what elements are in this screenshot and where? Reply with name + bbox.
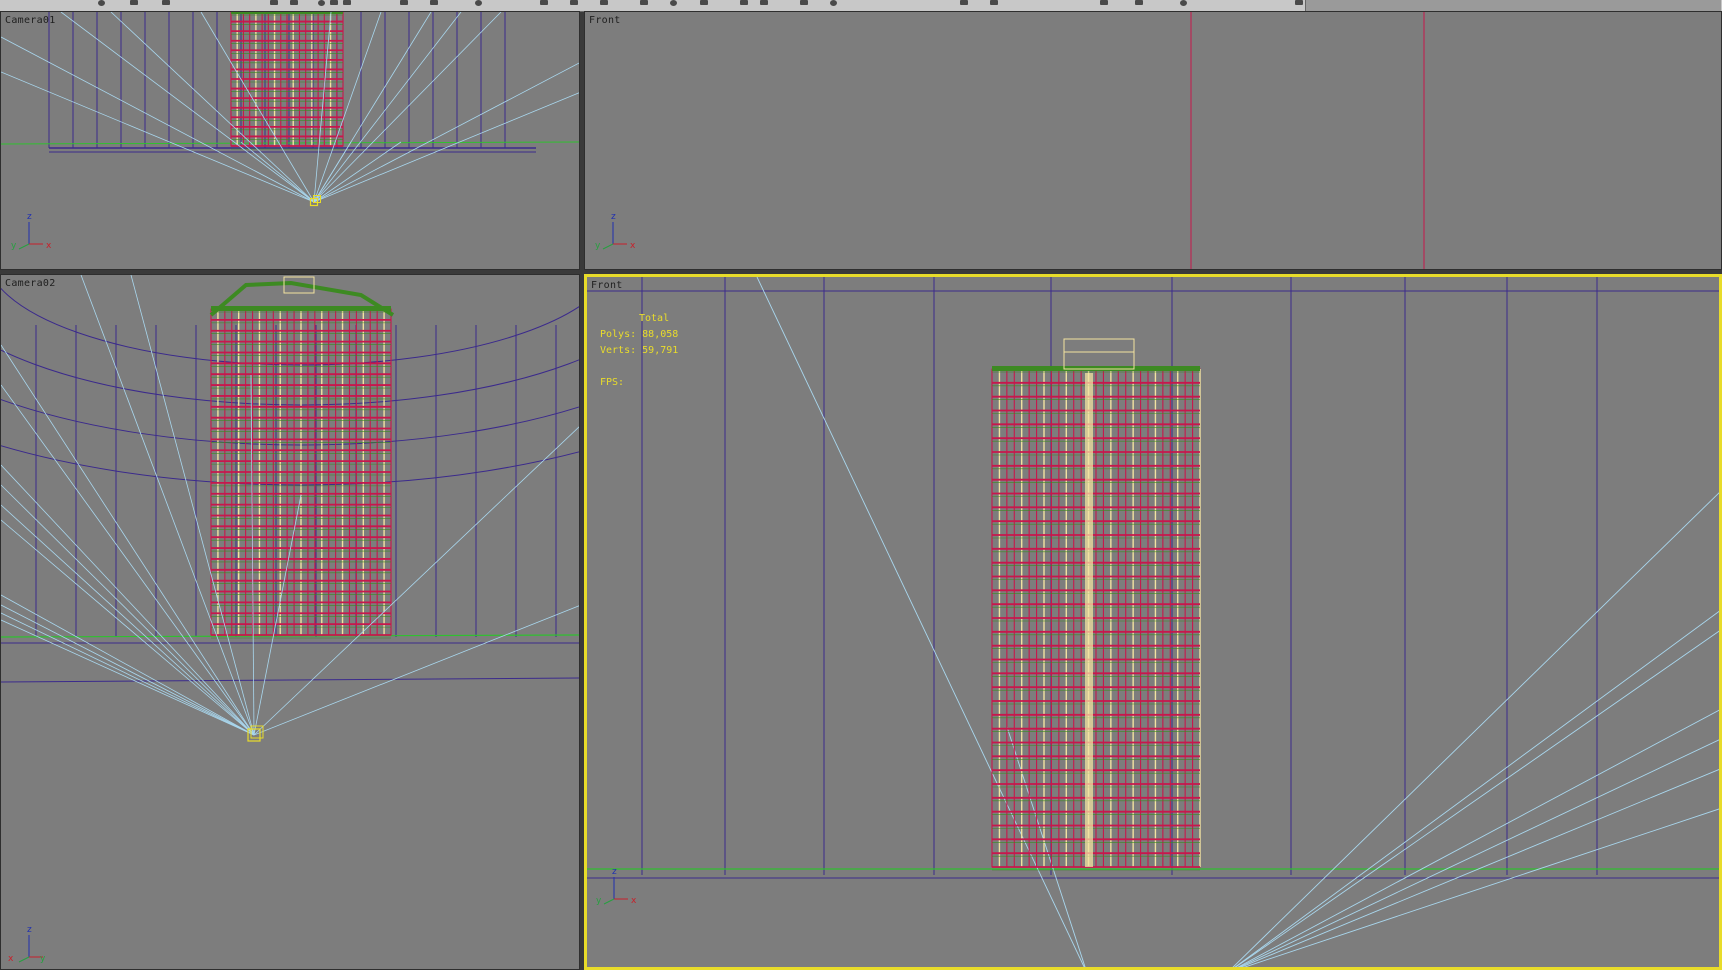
axis-gizmo: z y x: [596, 867, 637, 906]
camera-ray: [1, 612, 255, 736]
stats-total-label: Total: [639, 313, 670, 324]
axis-y-label: y: [596, 896, 602, 906]
toolbar-icon[interactable]: [760, 0, 768, 5]
toolbar-icon[interactable]: [700, 0, 708, 5]
camera-ray: [1237, 709, 1719, 967]
toolbar-icon[interactable]: [990, 0, 998, 5]
viewport-camera01[interactable]: z y x Camera01: [0, 11, 580, 270]
camera-ray: [1243, 808, 1719, 967]
toolbar-icon[interactable]: [830, 0, 837, 6]
axis-y-label: y: [595, 241, 601, 251]
axis-x-label: x: [630, 241, 636, 251]
toolbar-icon[interactable]: [290, 0, 298, 5]
toolbar-icon[interactable]: [800, 0, 808, 5]
axis-y-line: [602, 243, 614, 250]
camera-ray: [1, 36, 315, 203]
axis-y-label: y: [40, 954, 46, 964]
toolbar-icon[interactable]: [330, 0, 338, 5]
toolbar-icon[interactable]: [960, 0, 968, 5]
ground-line: [1, 141, 579, 145]
toolbar-icon[interactable]: [640, 0, 648, 5]
camera-ray: [756, 277, 1085, 967]
toolbar-icon[interactable]: [400, 0, 408, 5]
toolbar-icon[interactable]: [570, 0, 578, 5]
axis-y-line: [18, 956, 30, 963]
building-wireframe: [230, 12, 344, 150]
toolbar-icon[interactable]: [130, 0, 138, 5]
stats-polys-label: Polys:: [600, 329, 637, 340]
viewport-front-active[interactable]: z y x Front Total Polys: 88,058 Verts: 59,…: [584, 274, 1722, 970]
viewport-camera02[interactable]: z x y Camera02: [0, 274, 580, 970]
toolbar-icon[interactable]: [740, 0, 748, 5]
camera-ray: [1006, 726, 1086, 967]
camera-ray: [1, 384, 255, 736]
toolbar-icon[interactable]: [475, 0, 482, 6]
camera-ray: [1232, 492, 1719, 967]
axis-z-label: z: [612, 867, 617, 877]
toolbar-icon[interactable]: [1100, 0, 1108, 5]
toolbar-icon[interactable]: [318, 0, 325, 6]
building-roof: [211, 306, 391, 311]
axis-z-label: z: [27, 212, 32, 222]
camera-ray: [313, 141, 352, 203]
building-core: [1085, 373, 1093, 867]
toolbar-icon[interactable]: [343, 0, 351, 5]
stats-polys-value: 88,058: [642, 329, 679, 340]
camera-ray: [313, 92, 579, 203]
building-wireframe: [210, 306, 392, 639]
dome-ring: [1, 399, 579, 446]
stats-fps-label: FPS:: [600, 377, 625, 388]
camera02-scene: z x y: [1, 275, 579, 964]
viewport-front-top[interactable]: z y x Front: [584, 11, 1722, 270]
axis-gizmo: z x y: [8, 925, 46, 964]
scene-statistics: Total Polys: 88,058 Verts: 59,791 FPS:: [600, 311, 678, 391]
axis-y-label: y: [11, 241, 17, 251]
axis-y-line: [18, 243, 30, 250]
axis-y-line: [603, 898, 615, 905]
camera-ray: [1234, 610, 1719, 967]
toolbar-icon[interactable]: [1295, 0, 1303, 5]
viewport-label[interactable]: Front: [589, 15, 621, 26]
camera-ray: [313, 141, 402, 203]
camera-ray: [1, 619, 255, 736]
toolbar-icon[interactable]: [670, 0, 677, 6]
axis-z-label: z: [611, 212, 616, 222]
building-roof: [231, 12, 343, 14]
viewport-label[interactable]: Camera02: [5, 278, 56, 289]
camera-ray: [240, 141, 315, 203]
axis-gizmo: z y x: [11, 212, 52, 251]
camera-ray: [1238, 739, 1719, 967]
roof-structure: [1063, 338, 1135, 370]
grid-base: [1, 677, 579, 683]
front-scene: z y x: [587, 277, 1719, 967]
toolbar-icon[interactable]: [600, 0, 608, 5]
axis-gizmo: z y x: [595, 212, 636, 251]
camera-ray: [1, 484, 255, 736]
camera-ray: [1, 519, 255, 736]
viewport-label[interactable]: Camera01: [5, 15, 56, 26]
camera-ray: [313, 62, 579, 203]
building-wireframe: [991, 366, 1201, 871]
stats-verts-label: Verts:: [600, 345, 637, 356]
axis-z-label: z: [27, 925, 32, 935]
toolbar-icon[interactable]: [1135, 0, 1143, 5]
toolbar-icon[interactable]: [98, 0, 105, 6]
stats-verts-value: 59,791: [642, 345, 679, 356]
camera01-scene: z y x: [1, 12, 579, 251]
toolbar-icon[interactable]: [430, 0, 438, 5]
toolbar-icon[interactable]: [540, 0, 548, 5]
axis-x-label: x: [631, 896, 637, 906]
axis-x-label: x: [46, 241, 52, 251]
toolbar-empty-area: [1305, 0, 1721, 11]
toolbar-icon[interactable]: [162, 0, 170, 5]
front-top-scene: z y x: [595, 12, 1425, 269]
toolbar-icon[interactable]: [270, 0, 278, 5]
viewport-label[interactable]: Front: [591, 280, 623, 291]
axis-x-label: x: [8, 954, 14, 964]
toolbar-icon[interactable]: [1180, 0, 1187, 6]
